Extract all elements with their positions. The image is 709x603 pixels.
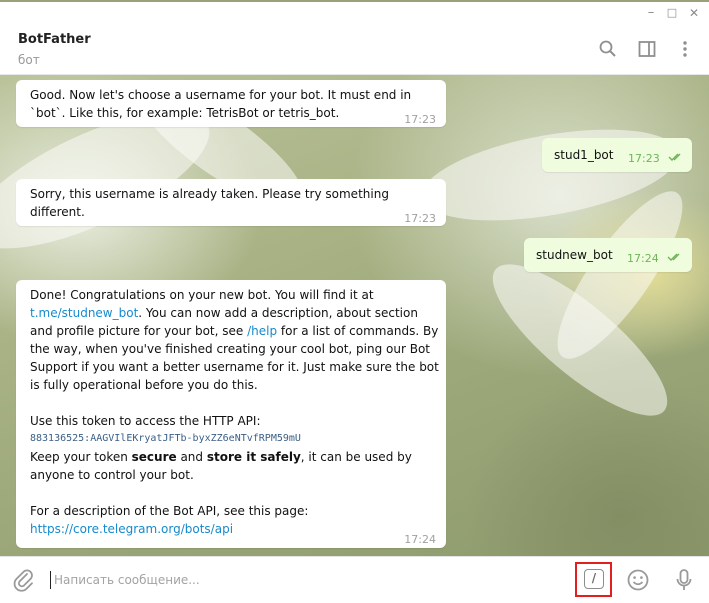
message-incoming[interactable]: Done! Congratulations on your new bot. Y…	[16, 280, 446, 548]
more-options-icon[interactable]	[675, 39, 695, 59]
bot-link[interactable]: t.me/studnew_bot	[30, 306, 138, 320]
message-text: Done! Congratulations on your new bot. Y…	[30, 288, 440, 536]
emoji-icon[interactable]	[625, 567, 651, 593]
message-incoming[interactable]: Good. Now let's choose a username for yo…	[16, 80, 446, 127]
message-incoming[interactable]: Sorry, this username is already taken. P…	[16, 179, 446, 226]
bot-commands-button[interactable]: /	[584, 569, 604, 589]
close-button[interactable]: ✕	[685, 4, 703, 22]
chat-subtitle: бот	[18, 53, 40, 67]
help-command-link[interactable]: /help	[247, 324, 277, 338]
sidebar-toggle-icon[interactable]	[637, 39, 657, 59]
chat-title[interactable]: BotFather	[18, 32, 91, 47]
message-time: 17:24	[627, 252, 659, 265]
read-check-icon	[668, 153, 681, 161]
chat-header: BotFather бот	[0, 22, 709, 75]
message-text: stud1_bot	[554, 148, 614, 162]
message-time: 17:24	[404, 533, 436, 546]
chat-area[interactable]: Good. Now let's choose a username for yo…	[0, 75, 709, 556]
message-text: Good. Now let's choose a username for yo…	[30, 88, 412, 120]
message-text: studnew_bot	[536, 248, 613, 262]
window-title-bar: – □ ✕	[0, 2, 709, 22]
minimize-button[interactable]: –	[642, 4, 660, 22]
message-time: 17:23	[404, 113, 436, 126]
message-outgoing[interactable]: stud1_bot 17:23	[542, 138, 692, 172]
message-input[interactable]: Написать сообщение...	[54, 573, 200, 587]
read-check-icon	[667, 253, 680, 261]
text-caret	[50, 571, 51, 589]
search-icon[interactable]	[598, 39, 618, 59]
message-outgoing[interactable]: studnew_bot 17:24	[524, 238, 692, 272]
message-time: 17:23	[628, 152, 660, 165]
api-token[interactable]: 883136525:AAGVIlEKryatJFTb-byxZZ6eNTvfRP…	[30, 430, 440, 448]
attach-icon[interactable]	[11, 567, 37, 593]
microphone-icon[interactable]	[671, 567, 697, 593]
maximize-button[interactable]: □	[663, 4, 681, 22]
message-time: 17:23	[404, 212, 436, 225]
message-text: Sorry, this username is already taken. P…	[30, 187, 389, 219]
bot-api-link[interactable]: https://core.telegram.org/bots/api	[30, 522, 233, 536]
